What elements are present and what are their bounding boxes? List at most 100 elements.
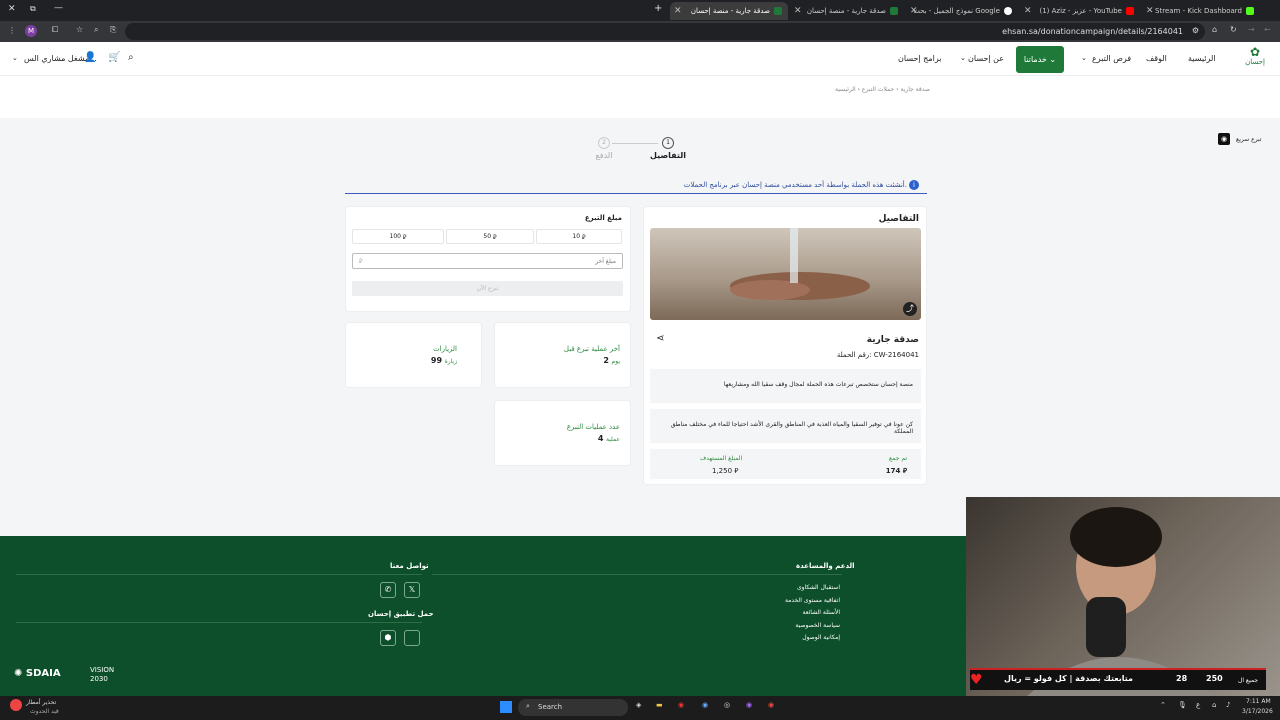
share-icon[interactable]: ⤴ bbox=[903, 302, 917, 316]
heart-icon: ♥ bbox=[970, 672, 983, 688]
campaign-description-1: منصة إحسان ستخصص تبرعات هذه الحملة لمجال… bbox=[650, 369, 921, 403]
share-icon[interactable]: ⎘ bbox=[110, 25, 116, 35]
app-download-title: حمل تطبيق إحسان bbox=[368, 610, 434, 618]
kick-icon bbox=[1246, 7, 1254, 15]
chevron-down-icon: ⌄ bbox=[960, 54, 966, 62]
discord-icon[interactable]: ◉ bbox=[746, 701, 752, 709]
support-title: الدعم والمساعدة bbox=[796, 562, 855, 570]
extensions-icon[interactable]: ⧠ bbox=[52, 25, 58, 35]
android-store-icon[interactable]: ⬢ bbox=[380, 630, 396, 646]
amount-10-button[interactable]: 10 ⃁ bbox=[536, 229, 622, 244]
tab-ehsan-1[interactable]: ✕ صدقة جارية - منصة إحسان bbox=[790, 2, 904, 20]
tab-google[interactable]: ✕ نموذج الجميل - بحث Google bbox=[906, 2, 1018, 20]
share-campaign-icon[interactable]: ⋖ bbox=[656, 333, 664, 344]
clock-time[interactable]: 7:11 AM bbox=[1246, 698, 1271, 705]
taskbar-search[interactable]: ⌕ Search bbox=[518, 699, 628, 716]
reload-icon[interactable]: ↻ bbox=[1230, 25, 1237, 34]
donation-count-card: عدد عمليات التبرع 4 عملية bbox=[494, 400, 631, 466]
tab-ehsan-active[interactable]: ✕ صدقة جارية - منصة إحسان bbox=[670, 2, 788, 20]
campaign-notice: أنشئت هذه الحملة بواسطة أحد مستخدمي منصة… bbox=[345, 177, 927, 194]
browser-tab-bar: ✕ ⧉ — + ✕ Stream - Kick Dashboard ✕ (1) Az… bbox=[0, 0, 1280, 21]
language-indicator[interactable]: ع bbox=[1196, 701, 1200, 709]
close-tab-icon[interactable]: ✕ bbox=[794, 6, 802, 16]
chrome-icon[interactable]: ◉ bbox=[678, 701, 684, 709]
obs-icon[interactable]: ◉ bbox=[768, 701, 774, 709]
maximize-icon[interactable]: ⧉ bbox=[30, 4, 36, 14]
search-icon[interactable]: ⌕ bbox=[128, 52, 134, 63]
address-bar-row: ⋮ M ⧠ ☆ ⌕ ⎘ ehsan.sa/donationcampaign/de… bbox=[0, 21, 1280, 42]
campaign-name: صدقة جارية bbox=[866, 335, 919, 345]
nav-services[interactable]: خدماتنا ⌄ bbox=[1016, 46, 1064, 73]
steam-icon[interactable]: ◎ bbox=[724, 701, 730, 709]
quick-donate[interactable]: ◉ تبرع سريع bbox=[1218, 133, 1261, 145]
divider bbox=[16, 622, 422, 623]
stream-ticker: ♥ متابعتك بصدقة | كل فولو = ريال 28 250 … bbox=[970, 668, 1266, 690]
campaign-number: رقم الحملة: CW-2164041 bbox=[836, 351, 919, 359]
vision-2030-logo: VISION 2030 bbox=[90, 666, 115, 683]
close-tab-icon[interactable]: ✕ bbox=[910, 6, 918, 16]
clock-date[interactable]: 3/17/2026 bbox=[1242, 708, 1273, 715]
close-window-icon[interactable]: ✕ bbox=[8, 4, 16, 14]
menu-dots-icon[interactable]: ⋮ bbox=[8, 26, 16, 35]
zoom-icon[interactable]: ⌕ bbox=[94, 25, 98, 35]
nav-home[interactable]: الرئيسية bbox=[1188, 54, 1216, 63]
chevron-down-icon[interactable]: ⌄ bbox=[12, 54, 18, 62]
visits-card: الزيارات 99 زيارة bbox=[345, 322, 482, 388]
close-tab-icon[interactable]: ✕ bbox=[1024, 6, 1032, 16]
phone-icon[interactable]: ✆ bbox=[380, 582, 396, 598]
bookmark-star-icon[interactable]: ☆ bbox=[76, 25, 83, 34]
network-icon[interactable]: ⌂ bbox=[1212, 701, 1216, 709]
donate-now-button[interactable]: تبرع الآن bbox=[352, 281, 623, 296]
quick-donate-icon: ◉ bbox=[1218, 133, 1230, 145]
home-icon[interactable]: ⌂ bbox=[1212, 25, 1217, 34]
folder-icon[interactable]: ▬ bbox=[656, 701, 663, 709]
ehsan-logo[interactable]: ✿ إحسان bbox=[1240, 46, 1270, 72]
tray-chevron-icon[interactable]: ⌃ bbox=[1160, 701, 1166, 709]
link-complaints[interactable]: استقبال الشكاوى bbox=[797, 584, 840, 591]
cart-icon[interactable]: 🛒 bbox=[108, 52, 120, 63]
new-tab-icon[interactable]: + bbox=[654, 3, 662, 14]
windows-taskbar: تحذير أمطار قيد الحدوث ⌕ Search ◈ ▬ ◉ ◉ … bbox=[0, 696, 1280, 720]
forward-icon[interactable]: → bbox=[1248, 25, 1255, 34]
app-icon[interactable]: ◉ bbox=[702, 701, 708, 709]
link-accessibility[interactable]: إمكانية الوصول bbox=[802, 634, 840, 641]
url-field[interactable]: ehsan.sa/donationcampaign/details/216404… bbox=[125, 23, 1205, 40]
nav-about[interactable]: عن إحسان bbox=[968, 54, 1004, 63]
donation-amount-label: مبلغ التبرع bbox=[584, 214, 622, 222]
link-privacy[interactable]: سياسة الخصوصية bbox=[795, 622, 840, 629]
donation-count-value: 4 عملية bbox=[597, 434, 620, 443]
apple-store-icon[interactable] bbox=[404, 630, 420, 646]
nav-opportunities[interactable]: فرص التبرع bbox=[1092, 54, 1131, 63]
link-sla[interactable]: اتفاقية مستوى الخدمة bbox=[785, 597, 840, 604]
divider bbox=[16, 574, 422, 575]
search-icon: ⌕ bbox=[526, 702, 530, 710]
volume-icon[interactable]: ♪ bbox=[1226, 701, 1230, 709]
chevron-down-icon: ⌄ bbox=[1081, 54, 1087, 62]
breadcrumb-campaigns[interactable]: حملات التبرع bbox=[862, 86, 894, 93]
site-settings-icon[interactable]: ⚙ bbox=[1192, 26, 1199, 35]
nav-programs[interactable]: برامج إحسان bbox=[898, 54, 941, 63]
mic-icon[interactable]: 🎙 bbox=[1178, 701, 1187, 709]
profile-avatar[interactable]: M bbox=[25, 25, 37, 37]
other-amount-field[interactable]: مبلغ آخر ⃁ bbox=[352, 253, 623, 269]
amount-50-button[interactable]: 50 ⃁ bbox=[446, 229, 534, 244]
edge-icon[interactable]: ◈ bbox=[636, 701, 641, 709]
windows-start-icon[interactable] bbox=[500, 701, 512, 713]
amount-100-button[interactable]: 100 ⃁ bbox=[352, 229, 444, 244]
weather-icon[interactable] bbox=[10, 699, 22, 711]
webcam-overlay bbox=[966, 497, 1280, 697]
breadcrumb-home[interactable]: الرئيسية bbox=[835, 86, 856, 93]
link-faq[interactable]: الأسئلة الشائعة bbox=[803, 609, 841, 616]
minimize-icon[interactable]: — bbox=[54, 3, 63, 13]
close-tab-icon[interactable]: ✕ bbox=[1146, 6, 1154, 16]
tab-kick[interactable]: ✕ Stream - Kick Dashboard bbox=[1142, 2, 1260, 20]
ehsan-logo-icon: ✿ bbox=[1249, 45, 1261, 59]
close-tab-icon[interactable]: ✕ bbox=[674, 6, 682, 16]
nav-waqf[interactable]: الوقف bbox=[1146, 54, 1167, 63]
tab-youtube[interactable]: ✕ (1) Aziz - عزيز - YouTube bbox=[1020, 2, 1140, 20]
x-twitter-icon[interactable]: 𝕏 bbox=[404, 582, 420, 598]
breadcrumb: صدقة جارية ‹ حملات التبرع ‹ الرئيسية bbox=[835, 86, 930, 93]
user-icon[interactable]: 👤 bbox=[84, 52, 96, 63]
back-icon[interactable]: ← bbox=[1264, 25, 1271, 34]
ehsan-favicon-icon bbox=[890, 7, 898, 15]
